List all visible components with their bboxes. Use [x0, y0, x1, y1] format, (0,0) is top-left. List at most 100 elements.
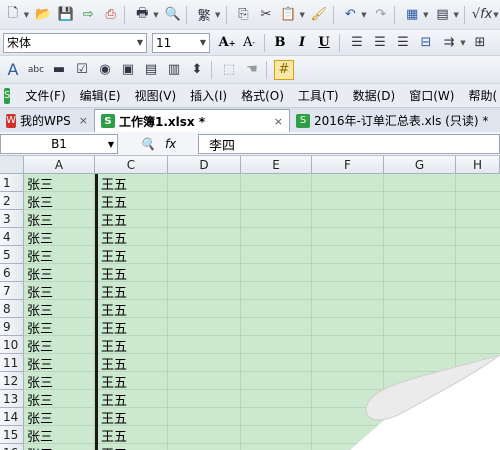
column-header-h[interactable]: H	[456, 156, 500, 174]
list-box-icon[interactable]: ▤	[141, 60, 161, 80]
group-box-icon[interactable]: ▣	[118, 60, 138, 80]
spreadsheet-app-icon[interactable]: S	[4, 87, 11, 104]
row-header[interactable]: 10	[0, 336, 24, 354]
text-font-icon[interactable]: A	[3, 60, 23, 80]
cell-a[interactable]: 张三	[24, 354, 95, 373]
chevron-down-icon[interactable]: ▼	[214, 5, 222, 25]
select-all-corner[interactable]	[0, 156, 24, 174]
cell-a[interactable]: 张三	[24, 372, 95, 391]
cell-a[interactable]: 张三	[24, 192, 95, 211]
italic-button[interactable]: I	[291, 33, 313, 53]
open-folder-icon[interactable]: 📂	[33, 5, 53, 25]
tab-my-wps[interactable]: W 我的WPS ×	[0, 109, 94, 132]
column-header-c[interactable]: C	[95, 156, 168, 174]
decrease-font-size-icon[interactable]: A-	[238, 33, 260, 53]
cell-a[interactable]: 张三	[24, 174, 95, 193]
row-header[interactable]: 5	[0, 246, 24, 264]
menu-insert[interactable]: 插入(I)	[183, 85, 234, 107]
cell-c[interactable]: 王五	[98, 372, 171, 391]
format-painter-icon[interactable]: 🖌	[309, 5, 329, 25]
merge-cells-icon[interactable]: ⊟	[416, 33, 436, 53]
menu-tools[interactable]: 工具(T)	[291, 85, 346, 107]
chevron-down-icon[interactable]: ▼	[422, 5, 430, 25]
save-icon[interactable]: 💾	[56, 5, 76, 25]
print-icon[interactable]: 🖶	[132, 5, 152, 25]
align-right-icon[interactable]: ☰	[393, 33, 413, 53]
menu-data[interactable]: 数据(D)	[346, 85, 403, 107]
menu-window[interactable]: 窗口(W)	[402, 85, 461, 107]
simplified-traditional-icon[interactable]: 繁	[194, 5, 214, 25]
pdf-icon[interactable]: ⎙	[101, 5, 121, 25]
fx-icon[interactable]: fx	[165, 137, 176, 151]
cell-c[interactable]: 王五	[98, 300, 171, 319]
hand-icon[interactable]: ☚	[242, 60, 262, 80]
search-icon[interactable]: 🔍	[140, 137, 155, 151]
cell-c[interactable]: 王五	[98, 282, 171, 301]
increase-font-size-icon[interactable]: A +	[216, 33, 238, 53]
menu-file[interactable]: 文件(F)	[18, 85, 72, 107]
row-header[interactable]: 15	[0, 426, 24, 444]
chevron-down-icon[interactable]: ▼	[452, 5, 460, 25]
chevron-down-icon[interactable]: ▼	[23, 5, 31, 25]
cell-c[interactable]: 王五	[98, 318, 171, 337]
cell-c[interactable]: 王五	[98, 336, 171, 355]
cell-a[interactable]: 张三	[24, 300, 95, 319]
bold-button[interactable]: B	[269, 33, 291, 53]
redo-icon[interactable]: ↷	[371, 5, 391, 25]
column-header-a[interactable]: A	[24, 156, 95, 174]
cell-c[interactable]: 王五	[98, 192, 171, 211]
menu-format[interactable]: 格式(O)	[234, 85, 291, 107]
cell-a[interactable]: 张三	[24, 246, 95, 265]
select-objects-icon[interactable]: ⬚	[219, 60, 239, 80]
underline-button[interactable]: U	[313, 33, 335, 53]
cell-c[interactable]: 王五	[98, 228, 171, 247]
print-preview-icon[interactable]: 🔍	[163, 5, 183, 25]
row-header[interactable]: 1	[0, 174, 24, 192]
chevron-down-icon[interactable]: ▼	[152, 5, 160, 25]
column-header-f[interactable]: F	[312, 156, 384, 174]
radio-button-icon[interactable]: ◉	[95, 60, 115, 80]
copy-icon[interactable]: ⎘	[234, 5, 254, 25]
grid-toggle-icon[interactable]: #	[274, 59, 294, 80]
close-icon[interactable]: ×	[274, 115, 283, 128]
row-header[interactable]: 7	[0, 282, 24, 300]
row-header[interactable]: 4	[0, 228, 24, 246]
column-header-d[interactable]: D	[168, 156, 241, 174]
cell-a[interactable]: 张三	[24, 336, 95, 355]
freeze-panes-icon[interactable]: ▤	[433, 5, 453, 25]
column-header-g[interactable]: G	[384, 156, 456, 174]
cell-c[interactable]: 王五	[98, 174, 171, 193]
row-header[interactable]: 12	[0, 372, 24, 390]
formula-input[interactable]: 李四	[198, 134, 500, 154]
row-header[interactable]: 3	[0, 210, 24, 228]
cell-a[interactable]: 张三	[24, 264, 95, 283]
chevron-down-icon[interactable]: ▼	[459, 33, 467, 53]
spinner-icon[interactable]: ⬍	[187, 60, 207, 80]
chevron-down-icon[interactable]: ▼	[492, 5, 500, 25]
cell-c[interactable]: 王五	[98, 390, 171, 409]
undo-icon[interactable]: ↶	[341, 5, 361, 25]
tab-order-summary[interactable]: S 2016年-订单汇总表.xls (只读) *	[290, 109, 500, 132]
row-header[interactable]: 11	[0, 354, 24, 372]
align-center-icon[interactable]: ☰	[370, 33, 390, 53]
align-left-icon[interactable]: ☰	[347, 33, 367, 53]
cell-a[interactable]: 张三	[24, 408, 95, 427]
export-icon[interactable]: ⇨	[78, 5, 98, 25]
cell-a[interactable]: 张三	[24, 318, 95, 337]
rectangle-icon[interactable]: ▬	[49, 60, 69, 80]
cell-c[interactable]: 王五	[98, 264, 171, 283]
cell-c[interactable]: 王五	[98, 426, 171, 445]
menu-help[interactable]: 帮助(	[461, 85, 500, 107]
chevron-down-icon[interactable]: ▼	[360, 5, 368, 25]
tab-workbook1[interactable]: S 工作簿1.xlsx * ×	[94, 109, 290, 132]
border-icon[interactable]: ⊞	[470, 33, 490, 53]
font-size-select[interactable]: 11 ▼	[152, 32, 210, 53]
cell-a[interactable]: 张三	[24, 228, 95, 247]
hidden-column-divider[interactable]	[95, 174, 98, 450]
menu-view[interactable]: 视图(V)	[128, 85, 184, 107]
cell-c[interactable]: 王五	[98, 354, 171, 373]
row-header[interactable]: 6	[0, 264, 24, 282]
row-header[interactable]: 2	[0, 192, 24, 210]
cell-a[interactable]: 张三	[24, 444, 95, 450]
wrap-text-icon[interactable]: ⇉	[439, 33, 459, 53]
